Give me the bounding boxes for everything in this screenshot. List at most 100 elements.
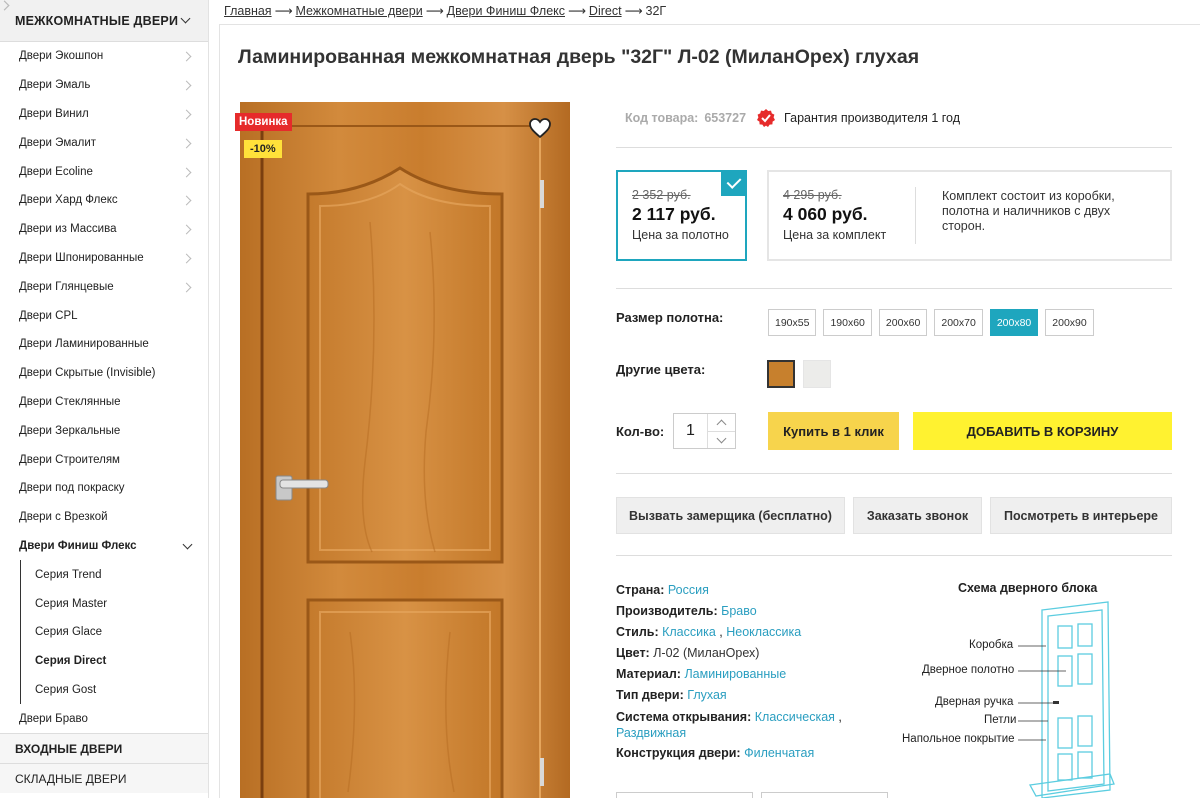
- breadcrumb-link[interactable]: Главная: [224, 4, 272, 18]
- chevron-right-icon: [182, 253, 192, 263]
- scheme-label: Петли: [984, 714, 1017, 726]
- sidebar-item[interactable]: Двери Скрытые (Invisible): [0, 359, 208, 388]
- sidebar-subitem[interactable]: Серия Trend: [0, 560, 208, 589]
- view-in-interior-button[interactable]: Посмотреть в интерьере: [990, 497, 1172, 534]
- sidebar-item[interactable]: Двери Зеркальные: [0, 416, 208, 445]
- colors-label: Другие цвета:: [616, 362, 706, 377]
- prop-link[interactable]: Россия: [668, 583, 709, 597]
- sidebar-item-label: Двери Глянцевые: [19, 280, 114, 293]
- sidebar-item[interactable]: Двери Хард Флекс: [0, 186, 208, 215]
- breadcrumb-link[interactable]: Двери Финиш Флекс: [447, 4, 565, 18]
- prop-row: Конструкция двери: Филенчатая: [616, 743, 886, 764]
- divider: [616, 555, 1172, 556]
- prop-label: Система открывания:: [616, 710, 752, 724]
- prop-link[interactable]: Глухая: [687, 688, 726, 702]
- increment-icon[interactable]: [708, 414, 735, 432]
- sidebar-item[interactable]: Двери под покраску: [0, 474, 208, 503]
- sidebar-subitem-active[interactable]: Серия Direct: [0, 647, 208, 676]
- new-badge: Новинка: [235, 113, 292, 131]
- sidebar-item[interactable]: Двери Глянцевые: [0, 272, 208, 301]
- breadcrumb-separator: ⟶: [425, 4, 444, 18]
- door-image: [240, 102, 570, 798]
- partial-button[interactable]: [761, 792, 888, 798]
- prop-row: Стиль: Классика , Неоклассика: [616, 625, 802, 639]
- breadcrumb-separator: ⟶: [274, 4, 293, 18]
- size-option[interactable]: 190x60: [823, 309, 872, 336]
- sidebar-subitem[interactable]: Серия Glace: [0, 618, 208, 647]
- sidebar-item[interactable]: Двери Эмалит: [0, 128, 208, 157]
- set-description: Комплект состоит из коробки, полотна и н…: [942, 189, 1115, 233]
- size-option[interactable]: 200x60: [878, 309, 928, 336]
- size-option[interactable]: 200x90: [1045, 309, 1094, 336]
- prop-link[interactable]: Браво: [721, 604, 757, 618]
- prop-link[interactable]: Ламинированные: [684, 667, 786, 681]
- prop-link[interactable]: Неоклассика: [726, 625, 801, 639]
- sidebar-item[interactable]: Двери Экошпон: [0, 42, 208, 71]
- size-option[interactable]: 200x70: [934, 309, 983, 336]
- scheme-label: Напольное покрытие: [902, 733, 1015, 745]
- sidebar-item[interactable]: Двери из Массива: [0, 215, 208, 244]
- prop-label: Тип двери:: [616, 688, 684, 702]
- divider: [616, 288, 1172, 289]
- sidebar-item-label: Двери Финиш Флекс: [19, 539, 137, 552]
- scheme-label: Дверная ручка: [935, 696, 1014, 708]
- chevron-right-icon: [182, 80, 192, 90]
- scheme-title: Схема дверного блока: [958, 581, 1098, 595]
- size-option[interactable]: 190x55: [768, 309, 817, 336]
- check-icon: [721, 170, 747, 196]
- quantity-stepper[interactable]: 1: [673, 413, 736, 449]
- sidebar-subgroup: Серия Trend Серия Master Серия Glace Сер…: [0, 560, 208, 705]
- sidebar-category[interactable]: ВХОДНЫЕ ДВЕРИ: [0, 733, 208, 764]
- breadcrumb-separator: ⟶: [624, 4, 643, 18]
- quantity-value[interactable]: 1: [674, 414, 708, 448]
- sidebar-item[interactable]: Двери Стеклянные: [0, 388, 208, 417]
- sidebar-item[interactable]: Двери Ламинированные: [0, 330, 208, 359]
- sidebar-item-active[interactable]: Двери Финиш Флекс: [0, 532, 208, 561]
- prop-row: Производитель: Браво: [616, 601, 886, 622]
- price-label: Цена за полотно: [632, 228, 729, 242]
- sidebar-item[interactable]: Двери Ecoline: [0, 157, 208, 186]
- color-swatch[interactable]: [803, 360, 831, 388]
- heart-icon[interactable]: [528, 116, 552, 140]
- sidebar-category[interactable]: СКЛАДНЫЕ ДВЕРИ: [0, 763, 208, 794]
- chevron-right-icon: [182, 138, 192, 148]
- request-call-button[interactable]: Заказать звонок: [853, 497, 982, 534]
- sidebar-item[interactable]: Двери Винил: [0, 100, 208, 129]
- sidebar-item[interactable]: Двери Эмаль: [0, 71, 208, 100]
- sidebar-header[interactable]: МЕЖКОМНАТНЫЕ ДВЕРИ: [0, 0, 208, 42]
- price-panel-option[interactable]: 2 352 руб. 2 117 руб. Цена за полотно: [616, 170, 747, 261]
- sidebar-item[interactable]: Двери CPL: [0, 301, 208, 330]
- partial-button[interactable]: [616, 792, 753, 798]
- prop-row: Система открывания: Классическая , Раздви…: [616, 710, 842, 740]
- breadcrumb-current: 32Г: [645, 4, 667, 18]
- sidebar-item-label: Двери из Массива: [19, 223, 117, 236]
- current-price: 2 117 руб.: [632, 204, 716, 224]
- product-code-label: Код товара:: [625, 111, 699, 125]
- breadcrumb-link[interactable]: Direct: [589, 4, 622, 18]
- prop-value: Л-02 (МиланОрех): [653, 646, 760, 660]
- prop-link[interactable]: Классика: [662, 625, 716, 639]
- call-measurer-button[interactable]: Вызвать замерщика (бесплатно): [616, 497, 845, 534]
- divider: [616, 473, 1172, 474]
- sidebar-item[interactable]: Двери Браво: [0, 704, 208, 733]
- sidebar-subitem[interactable]: Серия Gost: [0, 676, 208, 705]
- sidebar-item[interactable]: Двери с Врезкой: [0, 503, 208, 532]
- buy-one-click-button[interactable]: Купить в 1 клик: [768, 412, 899, 450]
- old-price: 2 352 руб.: [632, 188, 691, 202]
- price-set-option[interactable]: 4 295 руб. 4 060 руб. Цена за комплект К…: [767, 170, 1172, 261]
- prop-link[interactable]: Раздвижная: [616, 726, 686, 740]
- add-to-cart-button[interactable]: ДОБАВИТЬ В КОРЗИНУ: [913, 412, 1172, 450]
- prop-link[interactable]: Филенчатая: [744, 746, 814, 760]
- breadcrumb-link[interactable]: Межкомнатные двери: [296, 4, 423, 18]
- sidebar-subitem[interactable]: Серия Master: [0, 589, 208, 618]
- prop-link[interactable]: Классическая: [755, 710, 835, 724]
- sidebar-item[interactable]: Двери Шпонированные: [0, 244, 208, 273]
- sidebar-subitem-label: Серия Glace: [35, 626, 102, 639]
- color-swatch-selected[interactable]: [767, 360, 795, 388]
- decrement-icon[interactable]: [708, 432, 735, 449]
- discount-badge: -10%: [244, 140, 282, 158]
- prop-row: Цвет: Л-02 (МиланОрех): [616, 643, 886, 664]
- warranty-icon: [757, 109, 776, 127]
- size-option-selected[interactable]: 200x80: [989, 309, 1039, 336]
- sidebar-item[interactable]: Двери Строителям: [0, 445, 208, 474]
